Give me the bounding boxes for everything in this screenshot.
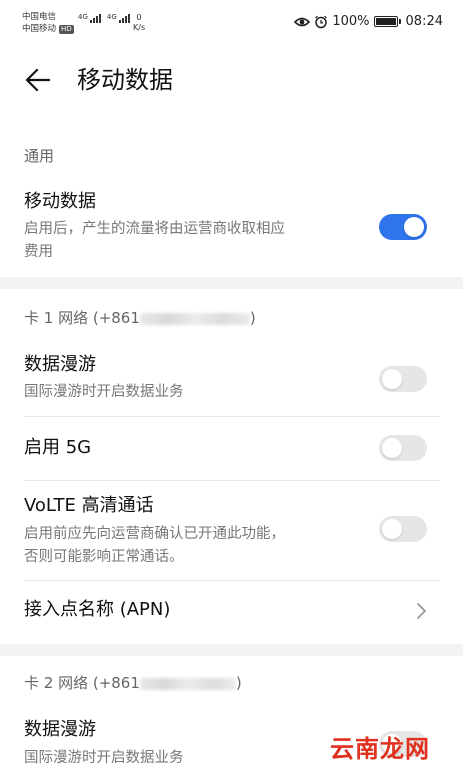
section-gap bbox=[0, 277, 463, 289]
mobile-data-desc-line2: 费用 bbox=[24, 244, 53, 260]
sim1-label-end: ) bbox=[249, 309, 256, 327]
enable-5g-toggle[interactable] bbox=[379, 435, 427, 461]
signal-strength-icon: 4G bbox=[107, 14, 130, 23]
eye-comfort-icon bbox=[294, 17, 311, 26]
sim1-roaming-toggle[interactable] bbox=[379, 366, 427, 392]
sim1-roaming-title: 数据漫游 bbox=[24, 354, 96, 375]
chevron-right-icon bbox=[417, 603, 426, 619]
battery-icon bbox=[373, 16, 401, 27]
network-type-2: 4G bbox=[106, 13, 117, 21]
page-title: 移动数据 bbox=[77, 66, 173, 94]
mobile-data-desc-line1: 启用后，产生的流量将由运营商收取相应 bbox=[24, 221, 285, 237]
clock: 08:24 bbox=[405, 14, 443, 29]
carrier-1-name: 中国电信 bbox=[22, 12, 57, 22]
sim2-label: 卡 2 网络 (+861 bbox=[24, 674, 140, 692]
back-button[interactable] bbox=[22, 64, 54, 96]
sim1-roaming-desc: 国际漫游时开启数据业务 bbox=[24, 384, 184, 400]
sim1-label: 卡 1 网络 (+861 bbox=[24, 309, 140, 327]
volte-row[interactable]: VoLTE 高清通话 启用前应先向运营商确认已开通此功能， 否则可能影响正常通话… bbox=[0, 481, 463, 579]
mobile-data-row[interactable]: 移动数据 启用后，产生的流量将由运营商收取相应 费用 bbox=[0, 180, 463, 272]
hd-badge: HD bbox=[59, 24, 74, 34]
enable-5g-row[interactable]: 启用 5G bbox=[0, 417, 463, 479]
enable-5g-title: 启用 5G bbox=[24, 437, 92, 458]
apn-title: 接入点名称 (APN) bbox=[24, 599, 171, 620]
section-header-general: 通用 bbox=[24, 147, 55, 165]
alarm-icon bbox=[315, 15, 328, 28]
status-bar: 中国电信 中国移动 HD 4G 4G 0 K/s 100% 08:24 bbox=[0, 0, 463, 44]
battery-percent: 100% bbox=[332, 14, 370, 29]
mobile-data-title: 移动数据 bbox=[24, 191, 96, 212]
apn-row[interactable]: 接入点名称 (APN) bbox=[0, 581, 463, 641]
section-header-sim2: 卡 2 网络 (+861) bbox=[24, 673, 242, 693]
volte-toggle[interactable] bbox=[379, 516, 427, 542]
section-header-sim1: 卡 1 网络 (+861) bbox=[24, 308, 256, 328]
arrow-left-icon bbox=[25, 68, 51, 92]
sim1-roaming-row[interactable]: 数据漫游 国际漫游时开启数据业务 bbox=[0, 345, 463, 415]
network-type-1: 4G bbox=[78, 13, 88, 21]
carrier-info: 中国电信 中国移动 HD bbox=[22, 11, 74, 35]
volte-desc-line1: 启用前应先向运营商确认已开通此功能， bbox=[24, 526, 285, 542]
sim2-label-end: ) bbox=[235, 674, 242, 692]
network-speed: 0 K/s bbox=[133, 13, 145, 33]
mobile-data-toggle[interactable] bbox=[379, 214, 427, 240]
status-right: 100% 08:24 bbox=[294, 14, 443, 29]
network-speed-unit: K/s bbox=[133, 23, 146, 32]
network-speed-value: 0 bbox=[136, 13, 142, 22]
sim2-roaming-title: 数据漫游 bbox=[24, 719, 96, 740]
carrier-2-name: 中国移动 bbox=[22, 24, 57, 34]
redacted-number bbox=[139, 312, 250, 325]
redacted-number bbox=[139, 677, 236, 690]
section-gap bbox=[0, 644, 463, 656]
sim2-roaming-desc: 国际漫游时开启数据业务 bbox=[24, 750, 184, 766]
signal-indicators: 4G 4G bbox=[78, 14, 130, 23]
watermark-logo: 云南龙网 bbox=[330, 735, 430, 763]
signal-strength-icon: 4G bbox=[78, 14, 101, 23]
volte-title: VoLTE 高清通话 bbox=[24, 495, 154, 516]
title-bar: 移动数据 bbox=[0, 52, 463, 108]
volte-desc-line2: 否则可能影响正常通话。 bbox=[24, 549, 184, 565]
